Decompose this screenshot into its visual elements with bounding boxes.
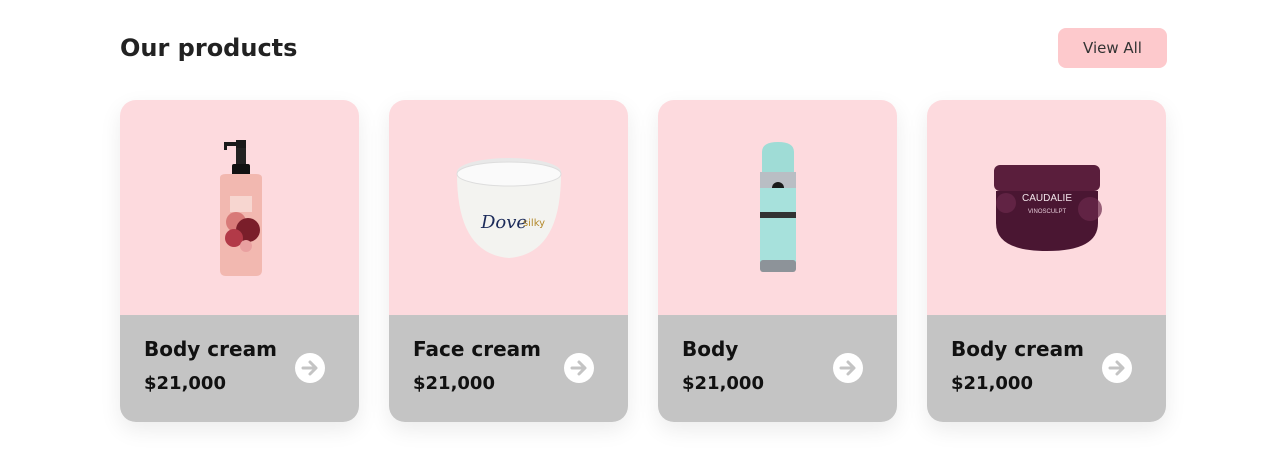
jar-brand-sub: VINOSCULPT <box>1027 209 1066 215</box>
body-spray-can-image <box>759 141 796 272</box>
caudalie-cream-jar-image: CAUDALIE VINOSCULPT <box>993 164 1102 251</box>
product-image-area: Dove silky <box>389 100 628 315</box>
arrow-right-circle-icon[interactable] <box>833 353 863 383</box>
product-grid: Body cream $21,000 Dove silky Face cream… <box>120 100 1167 422</box>
product-info: Body cream $21,000 <box>927 315 1166 422</box>
arrow-right-circle-icon[interactable] <box>1102 353 1132 383</box>
product-card[interactable]: Body cream $21,000 <box>120 100 359 422</box>
jar-brand-label: Dove <box>479 212 526 233</box>
product-image-area <box>658 100 897 315</box>
product-image-area <box>120 100 359 315</box>
jar-brand-sub: silky <box>522 218 544 229</box>
product-card[interactable]: Body $21,000 <box>658 100 897 422</box>
product-image-area: CAUDALIE VINOSCULPT <box>927 100 1166 315</box>
arrow-right-circle-icon[interactable] <box>295 353 325 383</box>
product-card[interactable]: CAUDALIE VINOSCULPT Body cream $21,000 <box>927 100 1166 422</box>
product-card[interactable]: Dove silky Face cream $21,000 <box>389 100 628 422</box>
jar-brand-label: CAUDALIE <box>1021 193 1071 204</box>
product-info: Body $21,000 <box>658 315 897 422</box>
serum-pump-bottle-image <box>219 139 262 276</box>
section-title: Our products <box>120 34 298 62</box>
view-all-button[interactable]: View All <box>1058 28 1167 68</box>
product-info: Face cream $21,000 <box>389 315 628 422</box>
products-header: Our products View All <box>120 28 1167 68</box>
dove-cream-jar-image: Dove silky <box>456 157 561 258</box>
arrow-right-circle-icon[interactable] <box>564 353 594 383</box>
product-info: Body cream $21,000 <box>120 315 359 422</box>
